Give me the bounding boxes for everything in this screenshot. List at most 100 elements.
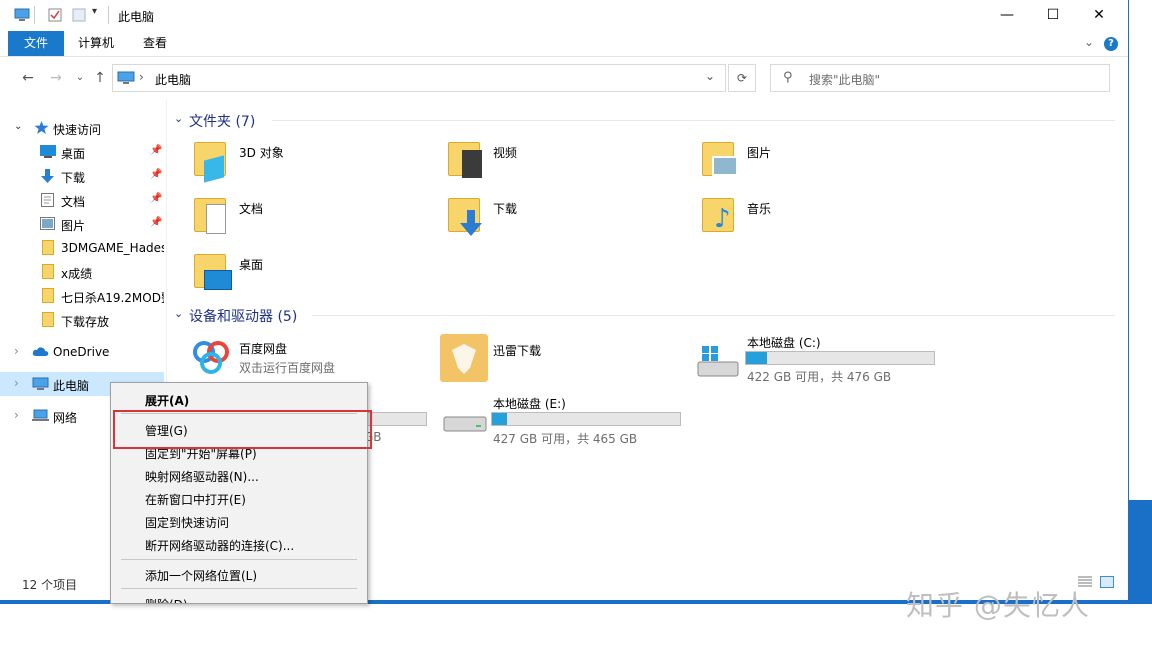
menu-item-expand[interactable]: 展开(A) [145,392,189,409]
device-name: 迅雷下载 [493,344,542,358]
computer-icon [32,377,49,390]
computer-icon [14,8,30,22]
drive-capacity: 422 GB 可用，共 476 GB [747,370,892,384]
tab-view[interactable]: 查看 [143,31,167,56]
address-dropdown-icon[interactable]: ⌄ [705,69,715,83]
properties-icon[interactable] [48,8,62,22]
window-title: 此电脑 [118,10,155,24]
refresh-button[interactable]: ⟳ [728,64,756,92]
network-icon [32,409,49,422]
sidebar-item-desktop[interactable]: 桌面 📌 [0,140,164,164]
group-divider [312,315,1115,316]
sidebar-item-onedrive[interactable]: › OneDrive [0,340,164,364]
menu-separator [121,559,357,560]
drive-usage-bar [745,351,935,365]
music-note-icon: ♪ [714,204,731,234]
nav-label: 图片 [61,219,86,233]
nav-label: 下载存放 [61,315,110,329]
pin-icon: 📌 [150,169,163,180]
sidebar-item-3dmgame[interactable]: 3DMGAME_Hades [0,236,164,260]
expand-icon[interactable]: › [14,376,19,390]
sidebar-item-downloads[interactable]: 下载 📌 [0,164,164,188]
document-icon [41,193,56,207]
drive-capacity: 427 GB 可用，共 465 GB [493,432,638,446]
collapse-group-icon[interactable]: ⌄ [174,112,183,125]
folder-icon [42,288,54,303]
nav-label: OneDrive [53,345,110,359]
address-bar[interactable]: › 此电脑 ⌄ [112,64,726,92]
menu-item-delete[interactable]: 删除(D) [145,596,188,603]
picture-icon [40,217,55,230]
sidebar-item-pictures[interactable]: 图片 📌 [0,212,164,236]
customize-toolbar-icon[interactable]: ▾ [92,6,97,17]
breadcrumb-this-pc[interactable]: 此电脑 [155,71,191,88]
ribbon [0,31,1128,57]
pin-icon: 📌 [150,193,163,204]
pin-icon: 📌 [150,217,163,228]
computer-icon [117,71,135,88]
large-icons-view-icon[interactable] [1100,576,1114,588]
desktop-icon [40,145,56,158]
back-button[interactable]: ← [18,68,38,88]
star-icon [34,121,49,134]
annotation-highlight-box [113,410,372,449]
sidebar-item-7days-mod[interactable]: 七日杀A19.2MOD整 [0,284,164,308]
pin-icon: 📌 [150,145,163,156]
group-header-devices[interactable]: 设备和驱动器 (5) [189,306,297,326]
recent-locations-button[interactable]: ⌄ [70,68,90,88]
close-button[interactable]: ✕ [1076,0,1122,31]
hard-drive-icon [442,413,488,436]
folder-label: 下载 [493,202,518,216]
document-icon [206,204,226,234]
status-item-count: 12 个项目 [22,578,78,592]
drive-usage-fill [746,352,768,364]
nav-label: 桌面 [61,147,86,161]
folder-label: 图片 [747,146,772,160]
nav-label: 下载 [61,171,86,185]
menu-item-open-new-window[interactable]: 在新窗口中打开(E) [145,491,246,508]
device-name: 百度网盘 [239,342,288,356]
nav-quick-access[interactable]: ⌄ 快速访问 [0,116,164,140]
breadcrumb-separator-icon: › [139,70,144,84]
new-folder-icon[interactable] [72,8,86,22]
tab-computer[interactable]: 计算机 [78,31,114,56]
folder-label: 桌面 [239,258,264,272]
up-button[interactable]: ↑ [90,68,110,88]
search-input[interactable]: ⚲ 搜索"此电脑" [770,64,1110,92]
cube-icon [204,155,224,183]
divider [34,6,35,24]
maximize-button[interactable]: ☐ [1030,0,1076,31]
tab-file[interactable]: 文件 [8,31,64,56]
baidu-netdisk-icon [192,338,230,377]
title-bar: ▾ 此电脑 — ☐ ✕ [0,0,1128,31]
collapse-group-icon[interactable]: ⌄ [174,307,183,320]
folder-label: 文档 [239,202,264,216]
folder-icon [42,240,54,255]
minimize-button[interactable]: — [984,0,1030,31]
expand-ribbon-icon[interactable]: ⌄ [1084,35,1094,49]
sidebar-item-documents[interactable]: 文档 📌 [0,188,164,212]
nav-label: x成绩 [61,267,93,281]
menu-item-disconnect-drive[interactable]: 断开网络驱动器的连接(C)... [145,537,294,554]
expand-icon[interactable]: › [14,344,19,358]
landscape-icon [712,156,738,176]
drive-usage-fill [492,413,508,425]
menu-item-map-drive[interactable]: 映射网络驱动器(N)... [145,468,259,485]
help-icon[interactable]: ? [1104,37,1118,51]
sidebar-item-grades[interactable]: x成绩 [0,260,164,284]
nav-label: 七日杀A19.2MOD整 [61,291,164,305]
group-header-folders[interactable]: 文件夹 (7) [189,111,255,131]
system-drive-icon [696,346,740,383]
menu-item-pin-quick-access[interactable]: 固定到快速访问 [145,514,229,531]
forward-button[interactable]: → [46,68,66,88]
menu-item-add-network-location[interactable]: 添加一个网络位置(L) [145,567,257,584]
desktop-icon [204,270,232,290]
download-arrow-icon [460,210,482,239]
folder-label: 3D 对象 [239,146,284,160]
expand-icon[interactable]: › [14,408,19,422]
sidebar-item-download-store[interactable]: 下载存放 [0,308,164,332]
divider [108,6,109,24]
film-icon [462,150,482,178]
expand-icon[interactable]: ⌄ [14,121,22,132]
device-subtitle: 双击运行百度网盘 [239,361,336,375]
